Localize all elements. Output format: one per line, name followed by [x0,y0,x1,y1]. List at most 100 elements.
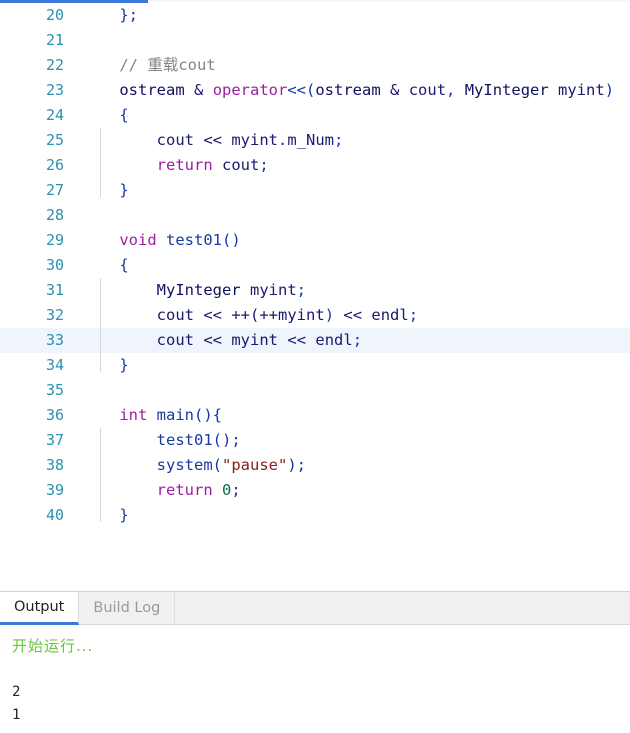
code-token: << [287,331,307,349]
code-line[interactable]: 27 } [0,178,630,203]
code-line[interactable]: 21 [0,28,630,53]
code-token: myint [558,81,605,99]
line-number: 23 [45,81,64,99]
code-token: <<( [287,81,316,99]
code-token: ( [212,456,222,474]
code-token: . [278,131,288,149]
code-token: ; [352,331,363,349]
code-text: int main(){ [72,403,222,428]
line-number: 32 [45,306,64,324]
code-text: { [72,253,128,278]
line-number: 26 [45,156,64,174]
line-number: 20 [45,6,64,24]
code-line[interactable]: 25 cout << myint.m_Num; [0,128,630,153]
panel-tab-build-log[interactable]: Build Log [79,592,176,624]
code-text: }; [72,3,138,28]
code-token: operator [212,81,288,99]
code-token: endl [315,331,353,349]
code-token: } [119,506,129,524]
code-text: return cout; [72,153,269,178]
code-line[interactable]: 22 // 重载cout [0,53,630,78]
code-token: { [119,106,129,124]
line-number: 33 [45,331,64,349]
code-token: cout [408,81,447,99]
line-number: 29 [45,231,64,249]
code-token: endl [371,306,409,324]
code-token: (); [212,431,241,449]
line-number: 36 [45,406,64,424]
run-status-message: 开始运行... [12,637,94,655]
code-line[interactable]: 26 return cout; [0,153,630,178]
code-line[interactable]: 36 int main(){ [0,403,630,428]
code-line[interactable]: 24 { [0,103,630,128]
console-output[interactable]: 开始运行... 2 1 [0,625,630,733]
code-line[interactable]: 40 } [0,503,630,528]
code-line[interactable]: 35 [0,378,630,403]
code-token: test01 [166,231,222,249]
code-line[interactable]: 33 cout << myint << endl; [0,328,630,353]
code-line[interactable]: 39 return 0; [0,478,630,503]
code-text: cout << ++(++myint) << endl; [72,303,418,328]
line-number: 22 [45,56,64,74]
code-text: MyInteger myint; [72,278,306,303]
code-token: () [222,231,241,249]
code-line[interactable]: 28 [0,203,630,228]
code-text: cout << myint << endl; [72,328,362,353]
code-token: myint [231,331,279,349]
line-number: 28 [45,206,64,224]
line-number: 35 [45,381,64,399]
code-token: << [203,306,222,324]
code-line[interactable]: 38 system("pause"); [0,453,630,478]
panel-tab-output[interactable]: Output [0,592,80,625]
bottom-panel: Output Build Log 开始运行... 2 1 [0,591,630,733]
code-token: << [343,306,363,324]
code-token: "pause" [222,456,288,474]
code-line[interactable]: 20 }; [0,3,630,28]
code-line[interactable]: 34 } [0,353,630,378]
code-editor[interactable]: 20 }; 21 22 // 重载cout 23 ostream & operator… [0,3,630,591]
code-token: cout [156,131,194,149]
console-output-line: 2 [12,684,21,700]
code-token: ; [408,306,419,324]
editor-window: 20 }; 21 22 // 重载cout 23 ostream & operator… [0,0,630,733]
code-token: ++(++ [231,306,279,324]
line-number: 39 [45,481,64,499]
code-text: system("pause"); [72,453,306,478]
code-token: MyInteger [156,281,241,299]
code-token: (){ [194,406,222,424]
code-line[interactable]: 29 void test01() [0,228,630,253]
code-line[interactable]: 30 { [0,253,630,278]
code-token: m_Num [287,131,335,149]
line-number: 31 [45,281,64,299]
code-token: ; [259,156,269,174]
code-token: ; [231,481,241,499]
code-line[interactable]: 23 ostream & operator<<(ostream & cout, … [0,78,630,103]
code-token: }; [119,6,138,24]
line-number: 40 [45,506,64,524]
line-number: 34 [45,356,64,374]
line-number: 24 [45,106,64,124]
code-line[interactable]: 31 MyInteger myint; [0,278,630,303]
code-text: return 0; [72,478,241,503]
code-token: ostream [119,81,185,99]
code-line[interactable]: 37 test01(); [0,428,630,453]
code-line[interactable]: 32 cout << ++(++myint) << endl; [0,303,630,328]
code-token: , [446,81,465,99]
code-text: void test01() [72,228,241,253]
console-output-line: 1 [12,707,21,723]
line-number: 27 [45,181,64,199]
